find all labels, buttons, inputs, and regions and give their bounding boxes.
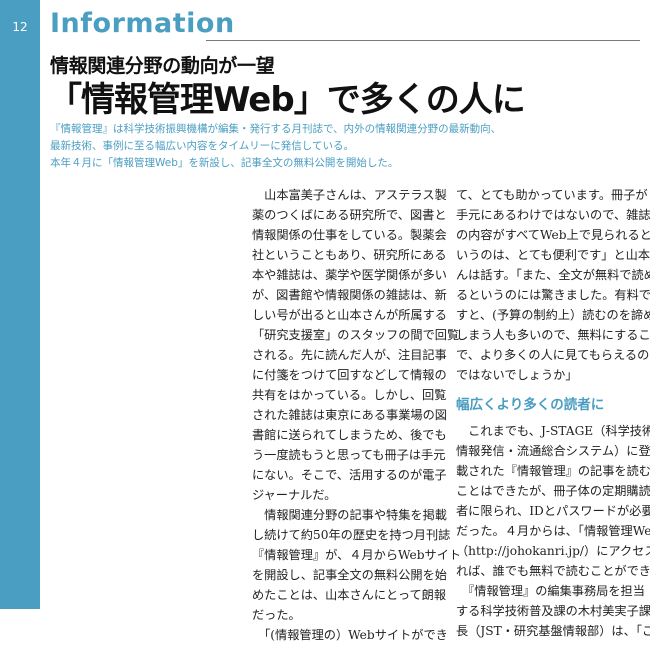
- text-line: 手元にあるわけではないので、雑誌: [456, 208, 650, 222]
- lead-line: 最新技術、事例に至る幅広い内容をタイムリーに発信している。: [50, 140, 354, 152]
- text-line: で、より多くの人に見てもらえるの: [456, 348, 650, 362]
- text-line: 『情報管理』が、４月からWebサイト: [252, 548, 462, 562]
- section-label: Information: [50, 8, 235, 39]
- text-line: 本や雑誌は、薬学や医学関係が多い: [252, 268, 447, 282]
- text-line: 山本富美子さんは、アステラス製: [252, 188, 447, 202]
- text-line: んは話す。「また、全文が無料で読め: [456, 268, 650, 282]
- text-line: う一度読もうと思っても冊子は手元: [252, 448, 446, 462]
- text-line: 社ということもあり、研究所にある: [252, 248, 447, 262]
- text-line: が、図書館や情報関係の雑誌は、新: [252, 288, 447, 302]
- title-line-2: 「情報管理Web」で多くの人に: [48, 80, 526, 120]
- lead-line: 『情報管理』は科学技術振興機構が編集・発行する月刊誌で、内外の情報関連分野の最新…: [50, 123, 502, 135]
- url-line[interactable]: （http://johokanri.jp/）にアクセスす: [456, 541, 650, 561]
- text-line: 書館に送られてしまうため、後でも: [252, 428, 447, 442]
- text-line: だった。: [252, 608, 301, 622]
- text-line: 共有をはかっている。しかし、回覧: [252, 388, 447, 402]
- text-line: だった。４月からは、「情報管理Web」: [456, 524, 650, 538]
- text-line: 「研究支援室」のスタッフの間で回覧: [252, 328, 460, 342]
- section-header: Information: [50, 0, 640, 44]
- lead-paragraph: 『情報管理』は科学技術振興機構が編集・発行する月刊誌で、内外の情報関連分野の最新…: [50, 121, 610, 172]
- text-line: るというのには驚きました。有料で: [456, 288, 650, 302]
- text-line: ことはできたが、冊子体の定期購読: [456, 484, 650, 498]
- text-line: にない。そこで、活用するのが電子: [252, 468, 447, 482]
- subheading: 幅広くより多くの読者に: [456, 397, 605, 413]
- text-line: 「(情報管理の）Webサイトができ: [252, 628, 448, 642]
- sidebar-stripe: 12: [0, 0, 40, 609]
- text-line: に付箋をつけて回すなどして情報の: [252, 368, 447, 382]
- lead-line: 本年４月に「情報管理Web」を新設し、記事全文の無料公開を開始した。: [50, 157, 399, 169]
- text-line: これまでも、J-STAGE（科学技術: [456, 424, 650, 438]
- text-line: の内容がすべてWeb上で見られると: [456, 228, 650, 242]
- text-line: ではないでしょうか」: [456, 368, 578, 382]
- text-line: 情報発信・流通総合システム）に登: [456, 444, 650, 458]
- text-line: し続けて約50年の歴史を持つ月刊誌: [252, 528, 451, 542]
- article-column-left: 山本富美子さんは、アステラス製 薬のつくばにある研究所で、図書と 情報関係の仕事…: [252, 185, 462, 645]
- text-line: いうのは、とても便利です」と山本さ: [456, 248, 650, 262]
- text-line: する科学技術普及課の木村美実子課: [456, 604, 650, 618]
- text-line: を開設し、記事全文の無料公開を始: [252, 568, 447, 582]
- text-line: 薬のつくばにある研究所で、図書と: [252, 208, 447, 222]
- text-line: れば、誰でも無料で読むことができる。: [456, 564, 650, 578]
- article-column-right: て、とても助かっています。冊子が 手元にあるわけではないので、雑誌 の内容がすべ…: [456, 185, 650, 641]
- page-number: 12: [12, 20, 28, 34]
- text-line: 情報関連分野の記事や特集を掲載: [252, 508, 447, 522]
- header-rule: [206, 40, 640, 41]
- text-line: しまう人も多いので、無料にすること: [456, 328, 650, 342]
- text-line: すと、(予算の制約上）読むのを諦めて: [456, 308, 650, 322]
- text-line: 情報関係の仕事をしている。製薬会: [252, 228, 447, 242]
- text-line: 『情報管理』の編集事務局を担当: [456, 584, 645, 598]
- text-line: 者に限られ、IDとパスワードが必要: [456, 504, 650, 518]
- text-line: 長（JST・研究基盤情報部）は、「これ: [456, 624, 650, 638]
- text-line: 載された『情報管理』の記事を読む: [456, 464, 650, 478]
- text-line: される。先に読んだ人が、注目記事: [252, 348, 447, 362]
- text-line: しい号が出ると山本さんが所属する: [252, 308, 447, 322]
- text-line: ジャーナルだ。: [252, 488, 337, 502]
- text-line: めたことは、山本さんにとって朗報: [252, 588, 447, 602]
- text-line: て、とても助かっています。冊子が: [456, 188, 648, 202]
- text-line: された雑誌は東京にある事業場の図: [252, 408, 447, 422]
